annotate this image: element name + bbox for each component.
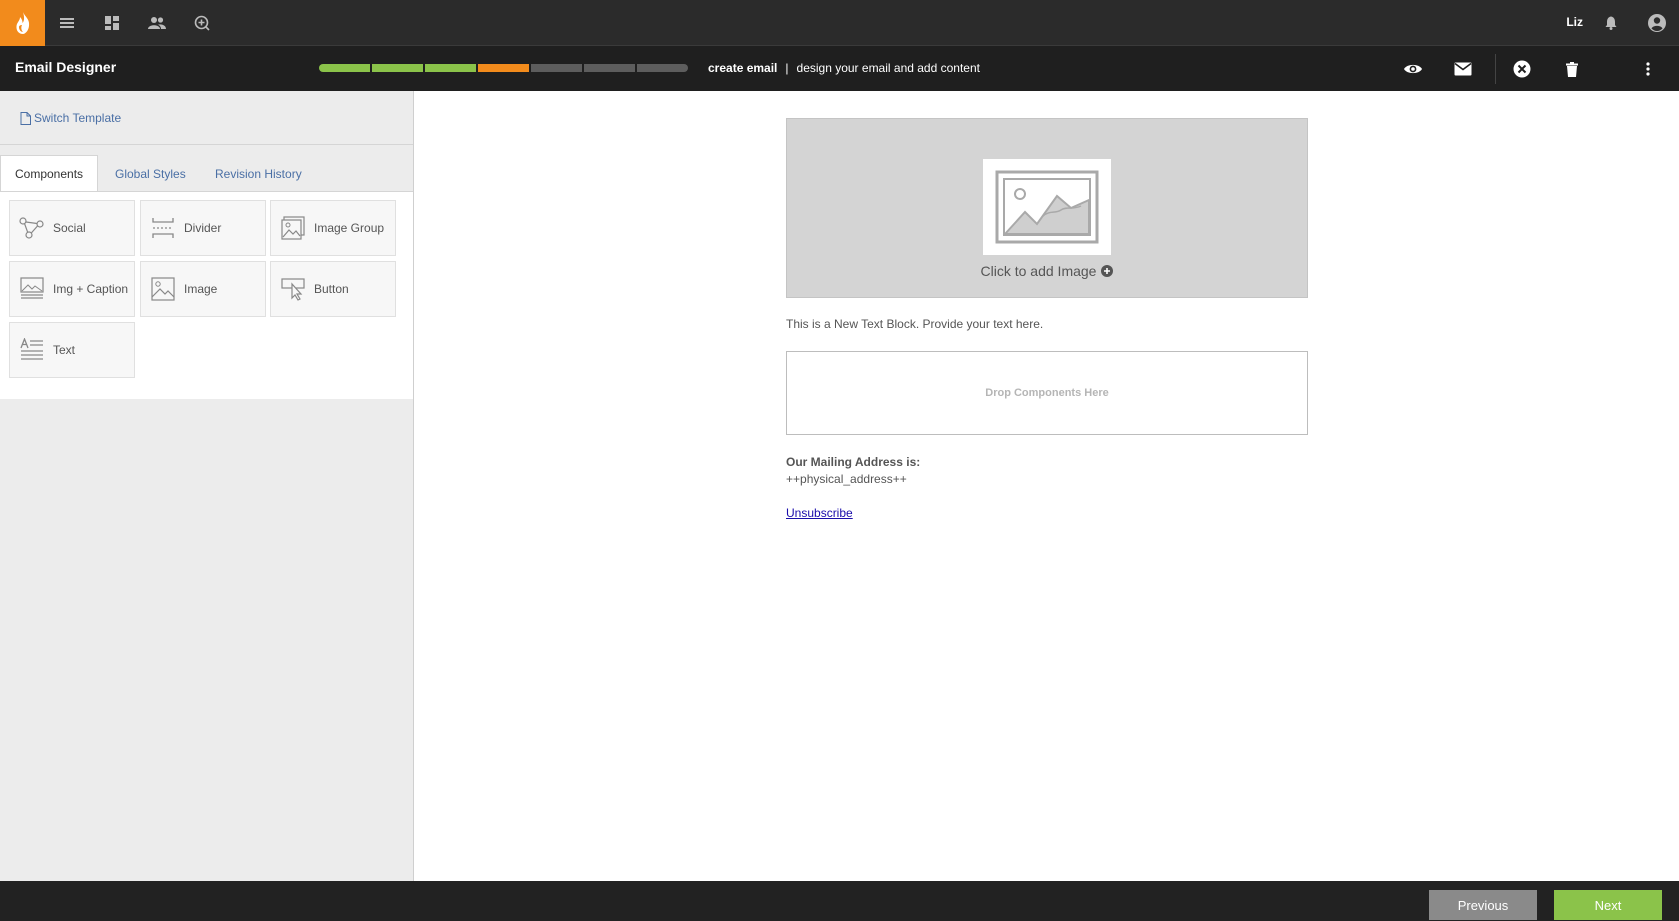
sidebar-tabs: Components Global Styles Revision Histor… bbox=[0, 155, 413, 192]
components-panel: Social Divider Image Group Img + Caption… bbox=[0, 191, 413, 399]
previous-button[interactable]: Previous bbox=[1429, 890, 1537, 920]
sidebar: Switch Template Components Global Styles… bbox=[0, 91, 414, 881]
designer-header: Email Designer create email | design your … bbox=[0, 46, 1679, 91]
tab-label: Revision History bbox=[215, 166, 302, 181]
component-label: Text bbox=[53, 343, 76, 357]
bell-icon[interactable] bbox=[1600, 12, 1622, 34]
component-image-group[interactable]: Image Group bbox=[270, 200, 396, 256]
close-icon[interactable] bbox=[1511, 58, 1533, 80]
mailing-address-heading: Our Mailing Address is: bbox=[786, 455, 921, 469]
button-icon bbox=[280, 276, 306, 302]
preview-eye-icon[interactable] bbox=[1402, 58, 1424, 80]
image-block[interactable]: Click to add Image bbox=[786, 118, 1308, 298]
plus-circle-icon bbox=[1101, 265, 1114, 277]
text-block[interactable]: This is a New Text Block. Provide your t… bbox=[786, 317, 1043, 331]
tab-label: Global Styles bbox=[115, 166, 186, 181]
component-label: Social bbox=[53, 221, 86, 235]
user-name[interactable]: Liz bbox=[1566, 15, 1583, 29]
menu-icon[interactable] bbox=[56, 12, 78, 34]
more-vert-icon[interactable] bbox=[1637, 58, 1659, 80]
progress-step bbox=[478, 64, 529, 72]
flame-icon[interactable] bbox=[0, 0, 45, 46]
image-placeholder-icon bbox=[983, 159, 1111, 255]
progress-steps bbox=[319, 64, 688, 72]
component-image[interactable]: Image bbox=[140, 261, 266, 317]
progress-step bbox=[372, 64, 423, 72]
add-circle-icon[interactable] bbox=[191, 12, 213, 34]
switch-template-link[interactable]: Switch Template bbox=[20, 111, 121, 125]
progress-step bbox=[319, 64, 370, 72]
switch-template-label: Switch Template bbox=[34, 111, 122, 125]
page-title: Email Designer bbox=[15, 59, 117, 75]
document-icon bbox=[20, 111, 31, 125]
progress-step bbox=[531, 64, 582, 72]
tab-revision-history[interactable]: Revision History bbox=[201, 155, 316, 192]
header-divider bbox=[1495, 54, 1496, 84]
tab-label: Components bbox=[15, 167, 84, 181]
tab-components[interactable]: Components bbox=[0, 155, 98, 192]
add-image-prompt[interactable]: Click to add Image bbox=[787, 263, 1307, 279]
text-icon bbox=[19, 337, 45, 363]
drop-zone[interactable]: Drop Components Here bbox=[786, 351, 1308, 435]
dashboard-icon[interactable] bbox=[101, 12, 123, 34]
component-label: Divider bbox=[184, 221, 222, 235]
progress-step bbox=[425, 64, 476, 72]
step-caption: create email | design your email and add c… bbox=[708, 61, 980, 75]
mailing-address-value: ++physical_address++ bbox=[786, 472, 907, 486]
component-label: Img + Caption bbox=[53, 282, 129, 296]
component-button[interactable]: Button bbox=[270, 261, 396, 317]
step-separator: | bbox=[785, 61, 789, 75]
footer-bar: Previous Next bbox=[0, 881, 1679, 921]
image-caption-icon bbox=[19, 276, 45, 302]
delete-icon[interactable] bbox=[1561, 58, 1583, 80]
component-label: Image bbox=[184, 282, 218, 296]
people-icon[interactable] bbox=[146, 12, 168, 34]
progress-step bbox=[584, 64, 635, 72]
tab-global-styles[interactable]: Global Styles bbox=[101, 155, 200, 192]
component-img-caption[interactable]: Img + Caption bbox=[9, 261, 135, 317]
drop-zone-label: Drop Components Here bbox=[985, 387, 1109, 399]
sidebar-divider bbox=[0, 144, 413, 145]
unsubscribe-link[interactable]: Unsubscribe bbox=[786, 506, 853, 520]
divider-icon bbox=[150, 215, 176, 241]
component-divider[interactable]: Divider bbox=[140, 200, 266, 256]
component-social[interactable]: Social bbox=[9, 200, 135, 256]
component-label: Image Group bbox=[314, 221, 385, 235]
component-label: Button bbox=[314, 282, 349, 296]
send-test-email-icon[interactable] bbox=[1452, 58, 1474, 80]
social-icon bbox=[19, 215, 45, 241]
add-image-label: Click to add Image bbox=[980, 263, 1097, 279]
image-icon bbox=[150, 276, 176, 302]
image-group-icon bbox=[280, 215, 306, 241]
email-canvas: Click to add Image This is a New Text Bl… bbox=[414, 91, 1679, 881]
next-button[interactable]: Next bbox=[1554, 890, 1662, 920]
step-name: create email bbox=[708, 61, 778, 75]
account-circle-icon[interactable] bbox=[1646, 12, 1668, 34]
top-navigation-bar: Liz bbox=[0, 0, 1679, 46]
progress-step bbox=[637, 64, 688, 72]
step-description: design your email and add content bbox=[796, 61, 980, 75]
component-text[interactable]: Text bbox=[9, 322, 135, 378]
